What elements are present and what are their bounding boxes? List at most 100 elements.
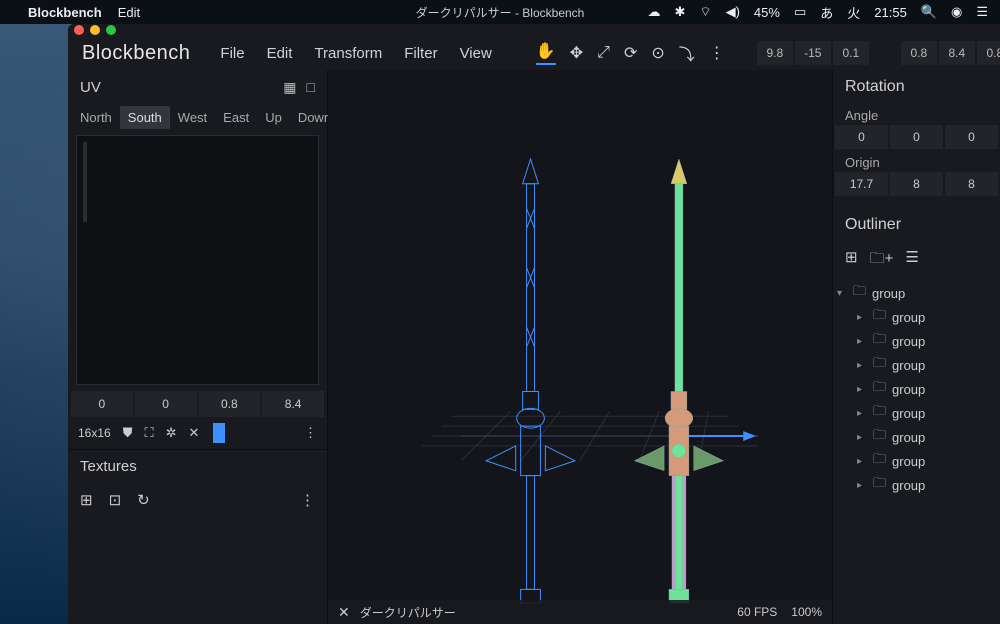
tree-expand-icon[interactable]: ▸	[857, 312, 867, 323]
uv-fullscreen-icon[interactable]: □	[307, 79, 315, 96]
auto-uv-icon[interactable]: ✲	[166, 425, 177, 441]
tree-item[interactable]: ▸🗀group	[837, 329, 996, 353]
tree-expand-icon[interactable]: ▸	[857, 360, 867, 371]
size-y[interactable]: 8.4	[939, 41, 975, 65]
uv-tab-up[interactable]: Up	[257, 106, 290, 129]
outliner-options-icon[interactable]: ☰	[905, 248, 918, 273]
clock: 21:55	[874, 5, 907, 20]
folder-icon: 🗀	[853, 282, 866, 304]
tree-item[interactable]: ▸🗀group	[837, 305, 996, 329]
zoom-readout: 100%	[791, 605, 822, 619]
pos-y[interactable]: -15	[795, 41, 831, 65]
tree-root[interactable]: ▾ 🗀 group	[837, 281, 996, 305]
mac-menu-edit[interactable]: Edit	[118, 5, 140, 20]
battery-icon[interactable]: ▭	[794, 4, 806, 20]
pos-z[interactable]: 0.1	[833, 41, 869, 65]
tool-pivot-icon[interactable]: ⊙	[651, 43, 664, 63]
cloud-icon[interactable]: ☁	[647, 4, 660, 20]
tool-vertex-snap-icon[interactable]: ⤵	[679, 41, 695, 65]
ime-indicator[interactable]: あ	[820, 3, 833, 22]
textures-overflow-icon[interactable]: ⋮	[300, 491, 315, 509]
tree-expand-icon[interactable]: ▸	[857, 456, 867, 467]
uv-y[interactable]: 0	[135, 391, 197, 417]
uv-x[interactable]: 0	[71, 391, 133, 417]
pos-x[interactable]: 9.8	[757, 41, 793, 65]
menu-edit[interactable]: Edit	[267, 45, 293, 62]
tree-root-label: group	[872, 286, 905, 301]
add-group-icon[interactable]: 🗀+	[870, 248, 894, 273]
day-label: 火	[847, 3, 860, 22]
menu-file[interactable]: File	[220, 45, 244, 62]
maximize-icon[interactable]: ⛶	[144, 425, 153, 441]
angle-x[interactable]: 0	[835, 125, 888, 149]
volume-icon[interactable]: ◀)	[726, 4, 740, 20]
window-titlebar	[68, 24, 1000, 36]
tree-item[interactable]: ▸🗀group	[837, 353, 996, 377]
tree-item-label: group	[892, 382, 925, 397]
window-title: ダークリパルサー - Blockbench	[416, 4, 585, 21]
tree-item[interactable]: ▸🗀group	[837, 449, 996, 473]
menu-transform[interactable]: Transform	[314, 45, 382, 62]
size-z[interactable]: 0.8	[977, 41, 1000, 65]
origin-y[interactable]: 8	[890, 172, 943, 196]
folder-icon: 🗀	[873, 474, 886, 496]
origin-z[interactable]: 8	[945, 172, 998, 196]
tree-expand-icon[interactable]: ▸	[857, 480, 867, 491]
uv-face-tabs: North South West East Up Down	[68, 104, 327, 131]
tree-expand-icon[interactable]: ▸	[857, 408, 867, 419]
uv-editor-canvas[interactable]	[76, 135, 319, 385]
refresh-textures-icon[interactable]: ↻	[137, 491, 150, 509]
import-texture-icon[interactable]: ⊡	[109, 491, 122, 509]
position-readout: 9.8 -15 0.1	[757, 41, 869, 65]
uv-h[interactable]: 8.4	[262, 391, 324, 417]
tree-collapse-icon[interactable]: ▾	[837, 288, 847, 299]
uv-grid-icon[interactable]: ▦	[283, 79, 296, 96]
tree-item[interactable]: ▸🗀group	[837, 425, 996, 449]
folder-icon: 🗀	[873, 354, 886, 376]
size-x[interactable]: 0.8	[901, 41, 937, 65]
toolbar-more-icon[interactable]: ⋮	[709, 43, 725, 63]
uv-tab-north[interactable]: North	[72, 106, 120, 129]
rotation-title: Rotation	[833, 70, 1000, 104]
tree-item-label: group	[892, 310, 925, 325]
tree-expand-icon[interactable]: ▸	[857, 432, 867, 443]
tool-move-icon[interactable]: ✥	[570, 43, 583, 63]
tree-item[interactable]: ▸🗀group	[837, 401, 996, 425]
tool-resize-icon[interactable]: ⤢	[597, 44, 610, 62]
mac-menu-app[interactable]: Blockbench	[28, 5, 102, 20]
wifi-icon[interactable]: ⌔	[699, 4, 711, 20]
add-cube-icon[interactable]: ⊞	[845, 248, 858, 273]
tool-pan-icon[interactable]: ✋	[536, 41, 556, 65]
tree-item[interactable]: ▸🗀group	[837, 473, 996, 497]
window-close-button[interactable]	[74, 25, 84, 35]
app-logo: Blockbench	[82, 42, 190, 65]
app-menubar: Blockbench File Edit Transform Filter Vi…	[68, 36, 1000, 70]
paint-bucket-icon[interactable]: ⛊	[123, 425, 133, 441]
control-center-icon[interactable]: ☰	[976, 4, 988, 20]
add-texture-icon[interactable]: ⊞	[80, 491, 93, 509]
spotlight-icon[interactable]: 🔍	[921, 4, 937, 20]
uv-tab-south[interactable]: South	[120, 106, 170, 129]
uv-tab-west[interactable]: West	[170, 106, 215, 129]
tool-rotate-icon[interactable]: ⟳	[624, 43, 637, 63]
tab-label[interactable]: ダークリパルサー	[360, 604, 456, 621]
tree-item[interactable]: ▸🗀group	[837, 377, 996, 401]
color-swatch[interactable]	[213, 423, 225, 443]
3d-viewport[interactable]: ✕ ダークリパルサー 60 FPS 100%	[328, 70, 832, 624]
uv-overflow-icon[interactable]: ⋮	[304, 425, 317, 441]
window-maximize-button[interactable]	[106, 25, 116, 35]
tab-close-icon[interactable]: ✕	[338, 604, 350, 621]
angle-z[interactable]: 0	[945, 125, 998, 149]
tree-expand-icon[interactable]: ▸	[857, 336, 867, 347]
origin-x[interactable]: 17.7	[835, 172, 888, 196]
uv-w[interactable]: 0.8	[199, 391, 261, 417]
bluetooth-icon[interactable]: ✱	[674, 4, 685, 20]
uv-tab-east[interactable]: East	[215, 106, 257, 129]
tree-expand-icon[interactable]: ▸	[857, 384, 867, 395]
siri-icon[interactable]: ◉	[951, 4, 962, 20]
menu-view[interactable]: View	[460, 45, 492, 62]
window-minimize-button[interactable]	[90, 25, 100, 35]
menu-filter[interactable]: Filter	[404, 45, 437, 62]
close-icon[interactable]: ✕	[188, 425, 199, 441]
angle-y[interactable]: 0	[890, 125, 943, 149]
